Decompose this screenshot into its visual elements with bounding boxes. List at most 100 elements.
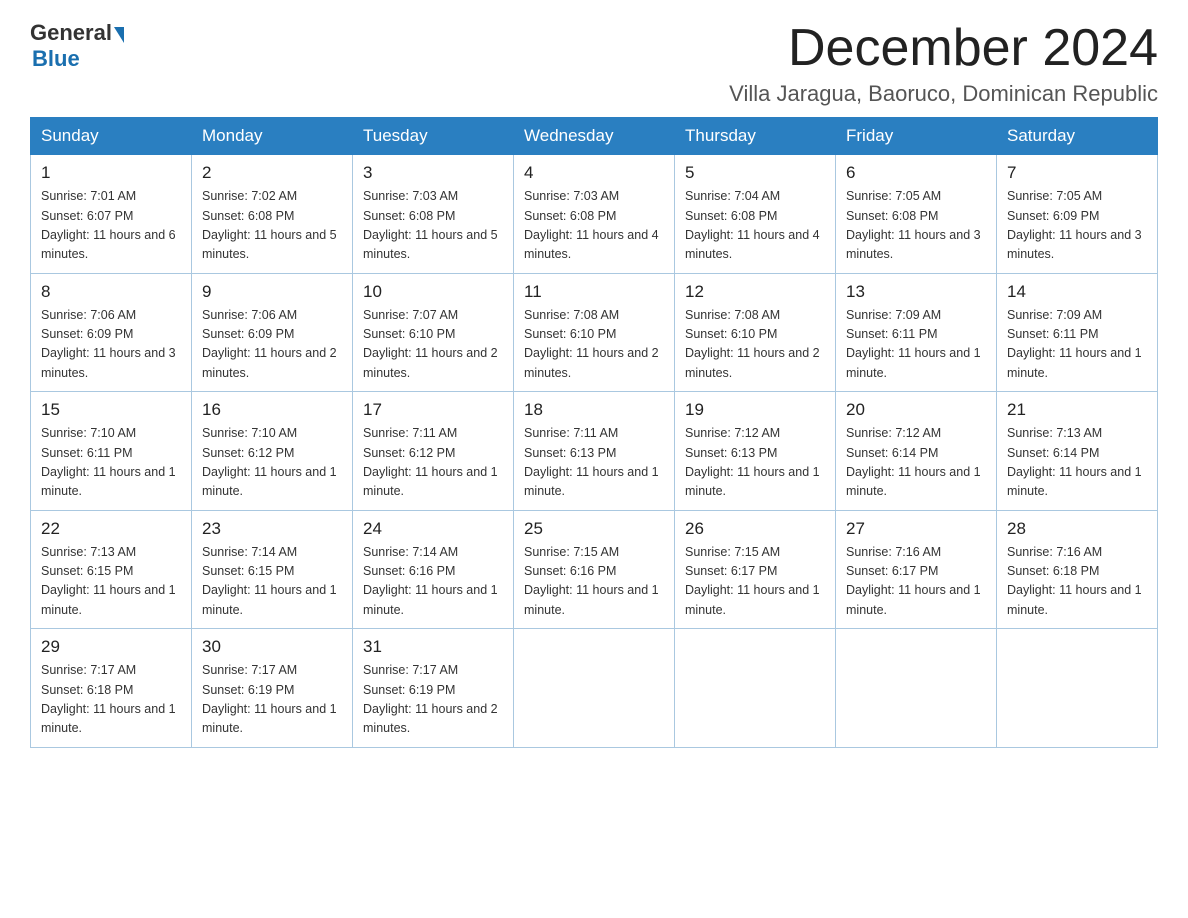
day-number: 24 <box>363 519 503 539</box>
logo-triangle-icon <box>114 27 124 43</box>
calendar-cell: 3 Sunrise: 7:03 AMSunset: 6:08 PMDayligh… <box>353 155 514 274</box>
day-number: 18 <box>524 400 664 420</box>
day-info: Sunrise: 7:14 AMSunset: 6:16 PMDaylight:… <box>363 543 503 621</box>
day-info: Sunrise: 7:16 AMSunset: 6:18 PMDaylight:… <box>1007 543 1147 621</box>
day-info: Sunrise: 7:11 AMSunset: 6:13 PMDaylight:… <box>524 424 664 502</box>
day-info: Sunrise: 7:17 AMSunset: 6:19 PMDaylight:… <box>363 661 503 739</box>
calendar-cell: 22 Sunrise: 7:13 AMSunset: 6:15 PMDaylig… <box>31 510 192 629</box>
day-info: Sunrise: 7:16 AMSunset: 6:17 PMDaylight:… <box>846 543 986 621</box>
calendar-cell: 24 Sunrise: 7:14 AMSunset: 6:16 PMDaylig… <box>353 510 514 629</box>
day-number: 15 <box>41 400 181 420</box>
day-info: Sunrise: 7:10 AMSunset: 6:11 PMDaylight:… <box>41 424 181 502</box>
day-info: Sunrise: 7:04 AMSunset: 6:08 PMDaylight:… <box>685 187 825 265</box>
calendar-cell: 5 Sunrise: 7:04 AMSunset: 6:08 PMDayligh… <box>675 155 836 274</box>
day-info: Sunrise: 7:06 AMSunset: 6:09 PMDaylight:… <box>202 306 342 384</box>
calendar-cell: 1 Sunrise: 7:01 AMSunset: 6:07 PMDayligh… <box>31 155 192 274</box>
day-info: Sunrise: 7:17 AMSunset: 6:19 PMDaylight:… <box>202 661 342 739</box>
calendar-cell: 21 Sunrise: 7:13 AMSunset: 6:14 PMDaylig… <box>997 392 1158 511</box>
location-subtitle: Villa Jaragua, Baoruco, Dominican Republ… <box>729 81 1158 107</box>
calendar-cell: 6 Sunrise: 7:05 AMSunset: 6:08 PMDayligh… <box>836 155 997 274</box>
calendar-cell: 9 Sunrise: 7:06 AMSunset: 6:09 PMDayligh… <box>192 273 353 392</box>
calendar-week-row: 15 Sunrise: 7:10 AMSunset: 6:11 PMDaylig… <box>31 392 1158 511</box>
calendar-cell: 30 Sunrise: 7:17 AMSunset: 6:19 PMDaylig… <box>192 629 353 748</box>
day-info: Sunrise: 7:03 AMSunset: 6:08 PMDaylight:… <box>363 187 503 265</box>
logo-general-text: General <box>30 20 112 46</box>
calendar-cell <box>997 629 1158 748</box>
day-info: Sunrise: 7:09 AMSunset: 6:11 PMDaylight:… <box>846 306 986 384</box>
logo: General Blue <box>30 20 124 72</box>
day-number: 22 <box>41 519 181 539</box>
calendar-week-row: 8 Sunrise: 7:06 AMSunset: 6:09 PMDayligh… <box>31 273 1158 392</box>
day-number: 30 <box>202 637 342 657</box>
calendar-cell: 10 Sunrise: 7:07 AMSunset: 6:10 PMDaylig… <box>353 273 514 392</box>
day-number: 19 <box>685 400 825 420</box>
calendar-cell <box>675 629 836 748</box>
day-number: 28 <box>1007 519 1147 539</box>
day-number: 9 <box>202 282 342 302</box>
calendar-cell: 12 Sunrise: 7:08 AMSunset: 6:10 PMDaylig… <box>675 273 836 392</box>
day-number: 13 <box>846 282 986 302</box>
title-section: December 2024 Villa Jaragua, Baoruco, Do… <box>729 20 1158 107</box>
logo-blue-text: Blue <box>32 46 124 72</box>
day-number: 20 <box>846 400 986 420</box>
calendar-cell: 27 Sunrise: 7:16 AMSunset: 6:17 PMDaylig… <box>836 510 997 629</box>
day-info: Sunrise: 7:12 AMSunset: 6:14 PMDaylight:… <box>846 424 986 502</box>
day-info: Sunrise: 7:10 AMSunset: 6:12 PMDaylight:… <box>202 424 342 502</box>
day-number: 16 <box>202 400 342 420</box>
day-number: 2 <box>202 163 342 183</box>
calendar-day-header: Saturday <box>997 118 1158 155</box>
calendar-cell: 20 Sunrise: 7:12 AMSunset: 6:14 PMDaylig… <box>836 392 997 511</box>
calendar-header-row: SundayMondayTuesdayWednesdayThursdayFrid… <box>31 118 1158 155</box>
calendar-cell <box>836 629 997 748</box>
calendar-day-header: Friday <box>836 118 997 155</box>
day-number: 29 <box>41 637 181 657</box>
day-info: Sunrise: 7:14 AMSunset: 6:15 PMDaylight:… <box>202 543 342 621</box>
day-number: 5 <box>685 163 825 183</box>
day-info: Sunrise: 7:15 AMSunset: 6:17 PMDaylight:… <box>685 543 825 621</box>
day-info: Sunrise: 7:01 AMSunset: 6:07 PMDaylight:… <box>41 187 181 265</box>
calendar-cell: 8 Sunrise: 7:06 AMSunset: 6:09 PMDayligh… <box>31 273 192 392</box>
calendar-cell: 17 Sunrise: 7:11 AMSunset: 6:12 PMDaylig… <box>353 392 514 511</box>
calendar-day-header: Thursday <box>675 118 836 155</box>
day-number: 8 <box>41 282 181 302</box>
calendar-cell: 4 Sunrise: 7:03 AMSunset: 6:08 PMDayligh… <box>514 155 675 274</box>
day-number: 23 <box>202 519 342 539</box>
calendar-day-header: Sunday <box>31 118 192 155</box>
day-number: 31 <box>363 637 503 657</box>
day-info: Sunrise: 7:08 AMSunset: 6:10 PMDaylight:… <box>524 306 664 384</box>
calendar-table: SundayMondayTuesdayWednesdayThursdayFrid… <box>30 117 1158 748</box>
day-number: 6 <box>846 163 986 183</box>
day-info: Sunrise: 7:09 AMSunset: 6:11 PMDaylight:… <box>1007 306 1147 384</box>
calendar-cell: 15 Sunrise: 7:10 AMSunset: 6:11 PMDaylig… <box>31 392 192 511</box>
calendar-cell: 26 Sunrise: 7:15 AMSunset: 6:17 PMDaylig… <box>675 510 836 629</box>
day-number: 25 <box>524 519 664 539</box>
page-header: General Blue December 2024 Villa Jaragua… <box>30 20 1158 107</box>
day-number: 3 <box>363 163 503 183</box>
calendar-cell: 13 Sunrise: 7:09 AMSunset: 6:11 PMDaylig… <box>836 273 997 392</box>
day-number: 11 <box>524 282 664 302</box>
day-number: 26 <box>685 519 825 539</box>
calendar-cell: 25 Sunrise: 7:15 AMSunset: 6:16 PMDaylig… <box>514 510 675 629</box>
calendar-cell: 16 Sunrise: 7:10 AMSunset: 6:12 PMDaylig… <box>192 392 353 511</box>
day-number: 7 <box>1007 163 1147 183</box>
day-info: Sunrise: 7:05 AMSunset: 6:09 PMDaylight:… <box>1007 187 1147 265</box>
day-info: Sunrise: 7:07 AMSunset: 6:10 PMDaylight:… <box>363 306 503 384</box>
day-number: 10 <box>363 282 503 302</box>
month-title: December 2024 <box>729 20 1158 77</box>
day-info: Sunrise: 7:08 AMSunset: 6:10 PMDaylight:… <box>685 306 825 384</box>
day-info: Sunrise: 7:17 AMSunset: 6:18 PMDaylight:… <box>41 661 181 739</box>
calendar-cell: 11 Sunrise: 7:08 AMSunset: 6:10 PMDaylig… <box>514 273 675 392</box>
day-number: 17 <box>363 400 503 420</box>
calendar-cell: 14 Sunrise: 7:09 AMSunset: 6:11 PMDaylig… <box>997 273 1158 392</box>
calendar-cell: 31 Sunrise: 7:17 AMSunset: 6:19 PMDaylig… <box>353 629 514 748</box>
calendar-day-header: Wednesday <box>514 118 675 155</box>
day-info: Sunrise: 7:03 AMSunset: 6:08 PMDaylight:… <box>524 187 664 265</box>
calendar-cell: 18 Sunrise: 7:11 AMSunset: 6:13 PMDaylig… <box>514 392 675 511</box>
day-number: 12 <box>685 282 825 302</box>
calendar-week-row: 1 Sunrise: 7:01 AMSunset: 6:07 PMDayligh… <box>31 155 1158 274</box>
calendar-day-header: Tuesday <box>353 118 514 155</box>
calendar-cell: 28 Sunrise: 7:16 AMSunset: 6:18 PMDaylig… <box>997 510 1158 629</box>
calendar-cell: 7 Sunrise: 7:05 AMSunset: 6:09 PMDayligh… <box>997 155 1158 274</box>
calendar-cell <box>514 629 675 748</box>
calendar-cell: 29 Sunrise: 7:17 AMSunset: 6:18 PMDaylig… <box>31 629 192 748</box>
